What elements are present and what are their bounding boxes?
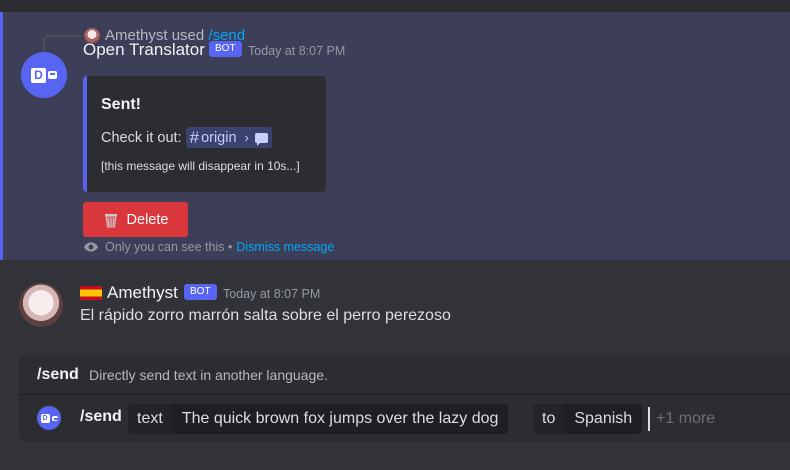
channel-name: origin [201,129,237,146]
chevron-right-icon: › [244,130,249,145]
spain-flag-icon [80,286,102,300]
hash-icon: # [189,127,200,147]
bot-logo-icon: D [40,413,59,423]
message-bot-badge: BOT [184,284,217,300]
embed: Sent! Check it out: # origin › [this mes… [83,76,326,192]
option-value[interactable]: The quick brown fox jumps over the lazy … [172,404,509,434]
message-timestamp: Today at 8:07 PM [223,287,321,301]
command-input-name: /send [80,408,122,425]
text-cursor [648,407,650,431]
embed-note: [this message will disappear in 10s...] [101,159,300,173]
message-text: El rápido zorro marrón salta sobre el pe… [80,307,451,324]
only-you-text: Only you can see this • [105,240,233,254]
embed-title: Sent! [101,96,141,113]
top-strip [0,0,790,12]
more-options[interactable]: +1 more [656,410,715,428]
channel-mention[interactable]: # origin › [185,127,272,148]
app-icon: D [37,406,61,430]
ephemeral-notice: Only you can see this • Dismiss message [83,240,334,254]
eye-icon [84,242,98,252]
bot-logo-icon: D [31,67,57,83]
option-key: to [533,404,566,434]
message-author[interactable]: Amethyst [107,283,178,303]
bot-badge: BOT [209,41,242,57]
option-text[interactable]: text The quick brown fox jumps over the … [128,404,509,434]
delete-button[interactable]: Delete [83,202,188,237]
user-avatar[interactable] [19,283,63,327]
bot-name[interactable]: Open Translator [83,40,205,60]
option-value[interactable]: Spanish [565,404,643,434]
ephemeral-message: Amethyst used /send D Open Translator BO… [0,12,790,260]
command-panel: /send Directly send text in another lang… [19,355,790,442]
option-to[interactable]: to Spanish [533,404,643,434]
command-description: Directly send text in another language. [89,367,328,383]
command-header[interactable]: /send Directly send text in another lang… [19,355,790,395]
embed-check-line: Check it out: # origin › [101,127,272,148]
reply-connector [43,35,81,51]
command-name: /send [37,366,79,383]
wastebasket-icon [103,212,119,228]
timestamp: Today at 8:07 PM [248,44,346,58]
delete-label: Delete [126,211,169,228]
option-key: text [128,404,173,434]
message-icon [254,132,268,146]
bot-avatar[interactable]: D [21,52,67,98]
embed-check-label: Check it out: [101,129,182,146]
dismiss-message-link[interactable]: Dismiss message [236,240,334,254]
